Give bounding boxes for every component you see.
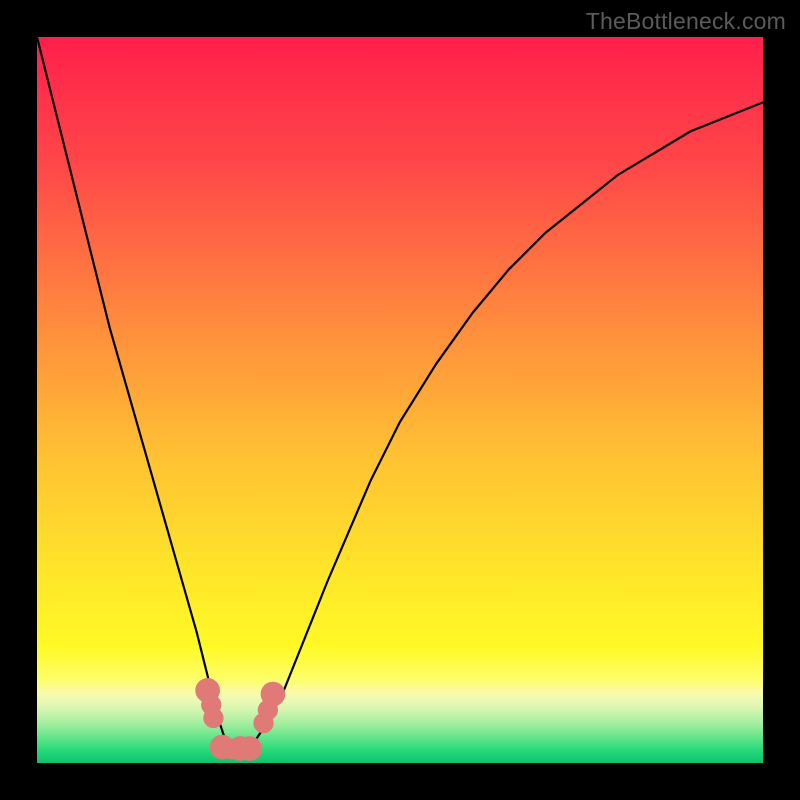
watermark-text: TheBottleneck.com — [586, 8, 786, 35]
chart-frame: TheBottleneck.com — [0, 0, 800, 800]
data-marker — [261, 682, 286, 707]
data-marker — [203, 708, 223, 728]
data-marker — [237, 736, 262, 761]
plot-area — [37, 37, 763, 763]
chart-svg — [37, 37, 763, 763]
gradient-background — [37, 37, 763, 763]
